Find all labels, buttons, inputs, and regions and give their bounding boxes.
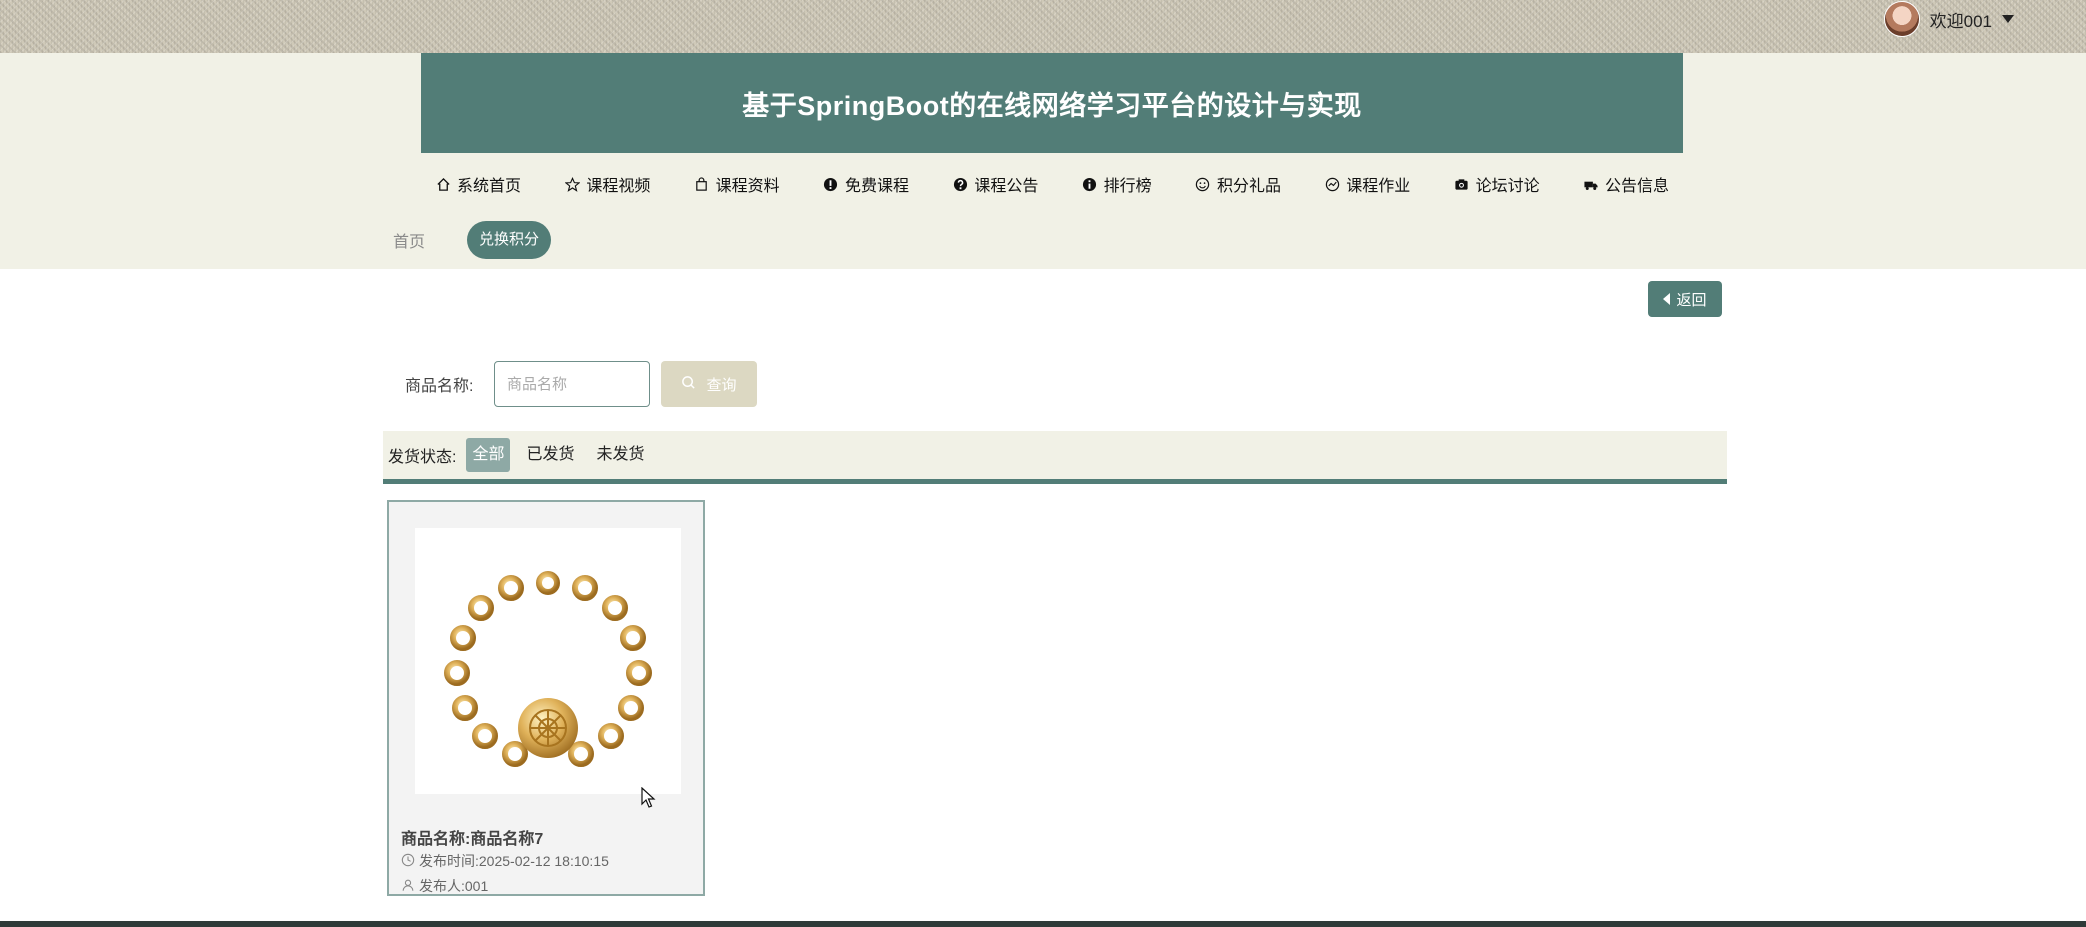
breadcrumb-home[interactable]: 首页 bbox=[393, 228, 425, 252]
footer-bar bbox=[0, 921, 2086, 927]
filter-option-shipped[interactable]: 已发货 bbox=[520, 438, 580, 472]
nav-label: 课程资料 bbox=[715, 178, 780, 195]
camera-icon bbox=[1454, 176, 1470, 192]
avatar[interactable] bbox=[1883, 1, 1920, 37]
star-icon bbox=[564, 176, 580, 192]
nav-item-home[interactable]: 系统首页 bbox=[435, 172, 521, 196]
product-publisher-text: 发布人:001 bbox=[419, 878, 489, 894]
back-button[interactable]: 返回 bbox=[1648, 281, 1722, 317]
nav-label: 课程视频 bbox=[586, 178, 651, 195]
product-title[interactable]: 商品名称:商品名称7 bbox=[401, 825, 543, 849]
nav-item-materials[interactable]: 课程资料 bbox=[694, 172, 780, 196]
truck-icon bbox=[1583, 176, 1599, 192]
filter-option-all[interactable]: 全部 bbox=[466, 438, 511, 472]
nav-label: 公告信息 bbox=[1604, 178, 1669, 195]
nav-item-homework[interactable]: 课程作业 bbox=[1324, 172, 1410, 196]
nav-label: 积分礼品 bbox=[1216, 178, 1281, 195]
bag-icon bbox=[694, 176, 710, 192]
nav-label: 排行榜 bbox=[1103, 178, 1152, 195]
site-banner: 基于SpringBoot的在线网络学习平台的设计与实现 bbox=[421, 53, 1683, 153]
nav-item-announcements[interactable]: 公告信息 bbox=[1583, 172, 1669, 196]
mouse-cursor-icon bbox=[641, 786, 657, 814]
home-icon bbox=[435, 176, 451, 192]
main-nav: 系统首页 课程视频 课程资料 免费课程 课程公告 排行榜 积分礼品 课程作业 论… bbox=[421, 169, 1683, 199]
nav-item-ranking[interactable]: 排行榜 bbox=[1082, 172, 1152, 196]
shipping-status-filter: 发货状态: 全部 已发货 未发货 bbox=[383, 431, 1727, 484]
user-icon bbox=[401, 878, 415, 895]
header-zone: 基于SpringBoot的在线网络学习平台的设计与实现 系统首页 课程视频 课程… bbox=[0, 53, 2086, 269]
clock-icon bbox=[401, 853, 415, 870]
product-publisher: 发布人:001 bbox=[401, 876, 488, 896]
product-time: 发布时间:2025-02-12 18:10:15 bbox=[401, 851, 609, 871]
site-title: 基于SpringBoot的在线网络学习平台的设计与实现 bbox=[742, 90, 1362, 121]
welcome-text[interactable]: 欢迎001 bbox=[1930, 7, 1992, 32]
nav-label: 免费课程 bbox=[844, 178, 909, 195]
breadcrumb: 首页 兑换积分 bbox=[393, 221, 552, 259]
nav-label: 系统首页 bbox=[457, 178, 522, 195]
breadcrumb-current: 兑换积分 bbox=[467, 221, 552, 259]
nav-item-videos[interactable]: 课程视频 bbox=[564, 172, 650, 196]
exclamation-icon bbox=[823, 176, 839, 192]
nav-item-forum[interactable]: 论坛讨论 bbox=[1454, 172, 1540, 196]
filter-label: 发货状态: bbox=[388, 449, 457, 466]
search-label: 商品名称: bbox=[405, 378, 474, 395]
product-image[interactable] bbox=[415, 528, 681, 794]
nav-label: 课程公告 bbox=[974, 178, 1039, 195]
back-label: 返回 bbox=[1676, 291, 1707, 309]
caret-down-icon[interactable] bbox=[2002, 15, 2014, 23]
product-name-input[interactable] bbox=[494, 361, 650, 407]
user-menu[interactable]: 欢迎001 bbox=[1883, 0, 2014, 38]
nav-item-course-notice[interactable]: 课程公告 bbox=[952, 172, 1038, 196]
nav-label: 论坛讨论 bbox=[1475, 178, 1540, 195]
product-card[interactable]: 商品名称:商品名称7 发布时间:2025-02-12 18:10:15 发布人:… bbox=[387, 500, 705, 896]
search-button[interactable]: 查询 bbox=[661, 361, 757, 407]
search-row: 商品名称: 查询 bbox=[405, 361, 757, 407]
filter-option-unshipped[interactable]: 未发货 bbox=[590, 438, 650, 472]
smile-icon bbox=[1195, 176, 1211, 192]
caret-left-icon bbox=[1663, 293, 1671, 305]
nav-item-gifts[interactable]: 积分礼品 bbox=[1195, 172, 1281, 196]
nav-label: 课程作业 bbox=[1346, 178, 1411, 195]
question-icon bbox=[952, 176, 968, 192]
nav-item-free-courses[interactable]: 免费课程 bbox=[823, 172, 909, 196]
info-icon bbox=[1082, 176, 1098, 192]
search-button-label: 查询 bbox=[706, 376, 737, 394]
chart-circle-icon bbox=[1324, 176, 1340, 192]
search-icon bbox=[681, 375, 696, 394]
product-time-text: 发布时间:2025-02-12 18:10:15 bbox=[419, 853, 609, 869]
top-bar: 欢迎001 bbox=[0, 0, 2086, 53]
